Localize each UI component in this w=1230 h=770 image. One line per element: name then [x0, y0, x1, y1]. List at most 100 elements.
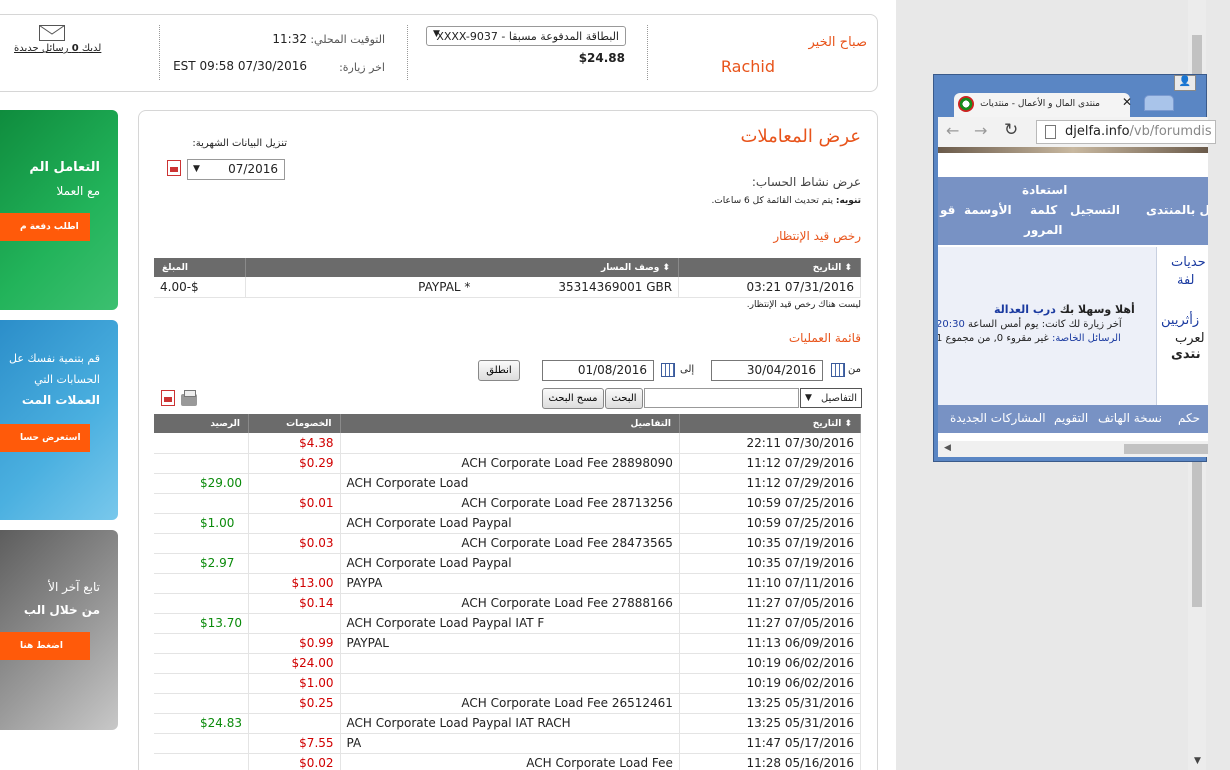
- card-select[interactable]: ▼ البطاقة المدفوعة مسبقا - XXXX-9037: [426, 26, 626, 46]
- description-cell: PAYPAL * 35314369001 GBR: [245, 277, 680, 298]
- column-header[interactable]: الرصيد: [154, 414, 249, 433]
- detail-cell: ACH Corporate Load Paypal IAT RACH: [340, 713, 680, 734]
- credit-cell: [154, 453, 249, 474]
- column-header[interactable]: وصف المسار ⬍: [245, 258, 680, 277]
- credit-cell: [154, 633, 249, 654]
- description-part: PAYPAL *: [418, 279, 471, 294]
- reload-icon[interactable]: ↻: [1004, 120, 1018, 140]
- date-cell: 11:12 07/29/2016: [679, 453, 862, 474]
- bar-item[interactable]: التقويم: [1054, 411, 1088, 425]
- new-tab-button[interactable]: [1144, 95, 1174, 111]
- promo-line: مع العملا: [56, 184, 100, 198]
- welcome-label: أهلا وسهلا بك: [1059, 303, 1135, 316]
- debit-cell: [248, 473, 341, 494]
- detail-cell: PA: [340, 733, 680, 754]
- to-date-input[interactable]: 01/08/2016: [542, 360, 654, 381]
- detail-cell: ACH Corporate Load Fee 28473565: [340, 533, 680, 554]
- promo-banner[interactable]: تابع آخر الأ من خلال الب اضغط هنا: [0, 530, 118, 730]
- debit-cell: $0.01: [248, 493, 341, 514]
- back-icon[interactable]: ←: [946, 121, 959, 140]
- promo-button[interactable]: اضغط هنا: [0, 632, 90, 660]
- envelope-icon[interactable]: [39, 25, 65, 41]
- local-time: 11:32: [272, 32, 307, 46]
- column-header[interactable]: التفاصيل: [340, 414, 680, 433]
- date-cell: 11:27 07/05/2016: [679, 593, 862, 614]
- detail-cell: [340, 673, 680, 694]
- go-button[interactable]: انطلق: [478, 360, 520, 381]
- detail-cell: PAYPAL: [340, 633, 680, 654]
- private-messages: الرسائل الخاصة: غير مقروء 0, من مجموع 1: [938, 333, 1121, 344]
- address-bar[interactable]: djelfa.info/vb/forumdis: [1036, 120, 1216, 144]
- promo-button[interactable]: اطلب دفعة م: [0, 213, 90, 241]
- sort-icon: ⬍: [662, 262, 671, 273]
- date-cell: 11:13 06/09/2016: [679, 633, 862, 654]
- debit-cell: $13.00: [248, 573, 341, 594]
- note-text: يتم تحديث القائمة كل 6 ساعات.: [711, 196, 833, 206]
- detail-cell: ACH Corporate Load Fee 27888166: [340, 593, 680, 614]
- bar-item[interactable]: حكم: [1178, 411, 1200, 425]
- scrollbar-thumb[interactable]: [1124, 444, 1208, 454]
- column-header[interactable]: التاريخ ⬍: [679, 414, 862, 433]
- transactions-table: الرصيد الخصومات التفاصيل التاريخ ⬍ $4.38…: [154, 414, 862, 770]
- popup-browser-window[interactable]: 👤 منتدى المال و الأعمال - منتديات ✕ ← → …: [933, 74, 1216, 462]
- promo-line: العملات المت: [21, 393, 100, 407]
- popup-horizontal-scrollbar[interactable]: ◀: [938, 441, 1208, 457]
- divider: [159, 25, 160, 80]
- chevron-down-icon: ▼: [193, 164, 200, 174]
- column-header-label: التاريخ: [812, 262, 842, 273]
- pdf-icon[interactable]: [167, 160, 181, 176]
- debit-cell: [248, 613, 341, 634]
- table-row: $0.29 ACH Corporate Load Fee 28898090 11:1…: [154, 453, 862, 474]
- from-date-input[interactable]: 30/04/2016: [711, 360, 823, 381]
- nav-password-cont[interactable]: المرور: [1024, 223, 1063, 237]
- column-header[interactable]: الخصومات: [248, 414, 341, 433]
- column-header[interactable]: المبلغ: [154, 258, 247, 277]
- scroll-down-arrow-icon[interactable]: ▼: [1194, 756, 1201, 766]
- messages-link[interactable]: لديك 0 رسائل جديدة: [14, 43, 101, 54]
- table-row: $0.14 ACH Corporate Load Fee 27888166 11:2…: [154, 593, 862, 614]
- browser-tab[interactable]: منتدى المال و الأعمال - منتديات: [954, 93, 1130, 117]
- user-icon[interactable]: 👤: [1174, 75, 1196, 91]
- credit-cell: $2.97: [154, 553, 249, 574]
- debit-cell: $7.55: [248, 733, 341, 754]
- table-row: $29.00 ACH Corporate Load 11:12 07/29/2016: [154, 473, 862, 494]
- note-label: تنويه:: [835, 196, 861, 206]
- bar-item[interactable]: نسخة الهاتف: [1098, 411, 1162, 425]
- bar-item[interactable]: المشاركات الجديدة: [950, 411, 1046, 425]
- nav-register[interactable]: التسجيل: [1070, 203, 1120, 217]
- search-input[interactable]: [644, 388, 799, 408]
- date-cell: 10:59 07/25/2016: [679, 493, 862, 514]
- promo-button[interactable]: استعرض حسا: [0, 424, 90, 452]
- detail-cell: ACH Corporate Load Fee: [340, 753, 680, 770]
- search-field-select[interactable]: ▼ التفاصيل: [800, 388, 862, 408]
- nav-rules[interactable]: قو: [940, 203, 955, 217]
- pdf-icon[interactable]: [161, 390, 175, 406]
- forum-banner: [938, 147, 1208, 153]
- close-tab-icon[interactable]: ✕: [1122, 95, 1132, 109]
- date-cell: 11:27 07/05/2016: [679, 613, 862, 634]
- side-box: حديات لفة زأثريين لعرب نتدى: [1156, 247, 1208, 405]
- welcome-user-link[interactable]: درب العدالة: [994, 303, 1056, 316]
- nav-badges[interactable]: الأوسمة: [964, 203, 1012, 217]
- messages-count: 0: [71, 43, 79, 54]
- messages-link[interactable]: الرسائل الخاصة:: [1052, 333, 1121, 344]
- promo-banner[interactable]: قم بتنمية نفسك عل الحسابات التي العملات …: [0, 320, 118, 520]
- promo-banner[interactable]: التعامل الم مع العملا اطلب دفعة م: [0, 110, 118, 310]
- table-row: $1.00 10:19 06/02/2016: [154, 673, 862, 694]
- column-header[interactable]: التاريخ ⬍: [678, 258, 861, 277]
- nav-register-forum[interactable]: تسجيل بالمنتدى: [1146, 203, 1208, 217]
- debit-cell: $0.99: [248, 633, 341, 654]
- clear-search-button[interactable]: مسح البحث: [542, 388, 604, 409]
- calendar-icon[interactable]: [831, 363, 845, 377]
- statement-month-select[interactable]: ▼ 07/2016: [187, 159, 285, 180]
- url-path: /vb/forumdis: [1129, 124, 1212, 139]
- nav-password[interactable]: كلمة: [1030, 203, 1057, 217]
- nav-recover[interactable]: استعادة: [1022, 183, 1067, 197]
- search-button[interactable]: البحث: [605, 388, 643, 409]
- calendar-icon[interactable]: [661, 363, 675, 377]
- printer-icon[interactable]: [181, 390, 197, 406]
- forward-icon[interactable]: →: [974, 121, 987, 140]
- table-row: $24.83 ACH Corporate Load Paypal IAT RACH…: [154, 713, 862, 734]
- account-header: صباح الخير Rachid ▼ البطاقة المدفوعة مسب…: [0, 14, 878, 92]
- scroll-left-icon[interactable]: ◀: [944, 443, 951, 453]
